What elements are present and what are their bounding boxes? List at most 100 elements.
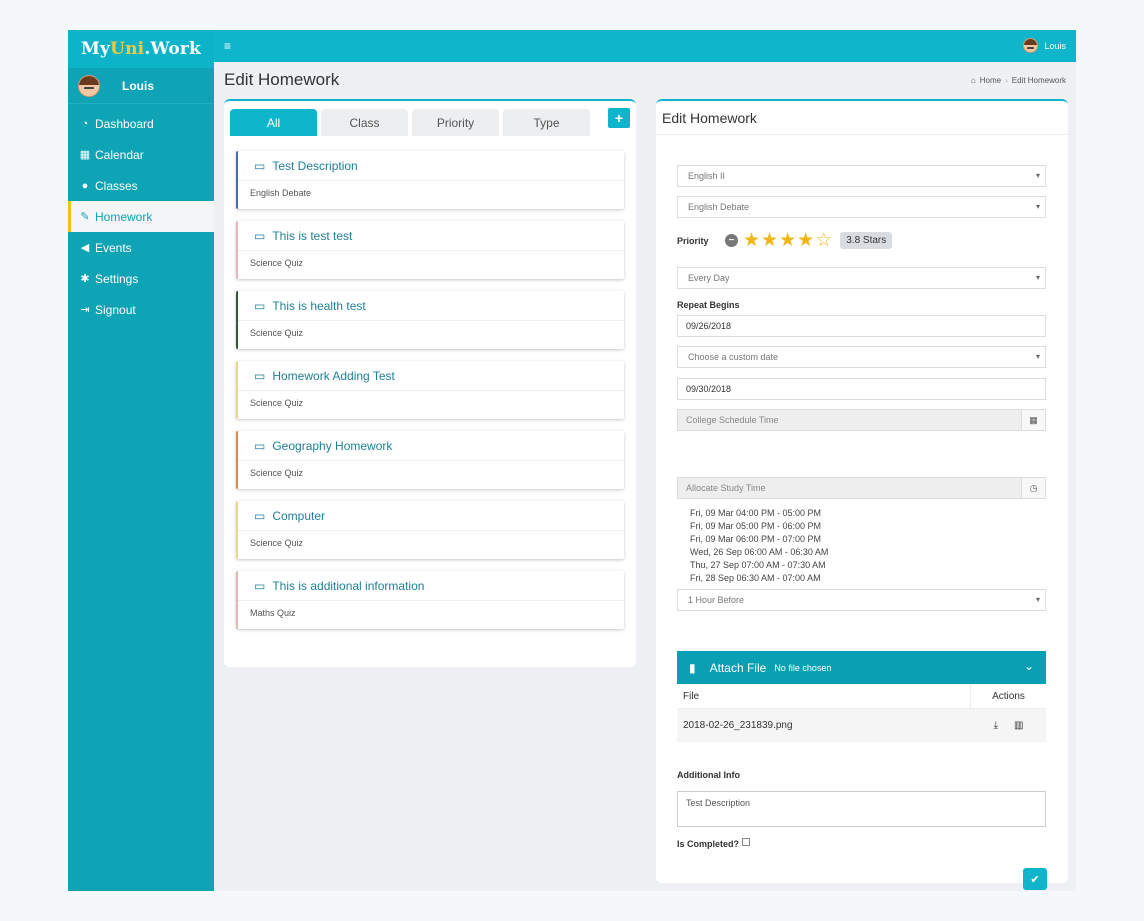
study-time-item: Fri, 09 Mar 06:00 PM - 07:00 PM [690,534,822,544]
clear-rating-icon[interactable]: − [725,234,738,247]
reminder-select[interactable]: 1 Hour Before [677,589,1046,611]
completed-label: Is Completed? [677,839,740,849]
user-name: Louis [122,78,154,93]
star-icon[interactable]: ★ [761,231,778,250]
bullhorn-icon: ◀ [80,242,90,254]
column-header-file: File [677,683,971,709]
list-item[interactable]: ▭ This is test test Science Quiz [236,221,624,279]
sidebar-item-label: Settings [95,271,139,286]
topbar-user[interactable]: Louis [1023,38,1066,53]
star-icon[interactable]: ★ [743,231,760,250]
completed-checkbox[interactable] [742,838,751,846]
topbar: ≡ Louis [214,30,1076,62]
homework-list: ▭ Test Description English Debate ▭ This i… [236,151,624,641]
sidebar-item-signout[interactable]: ⇥ Signout [68,294,214,325]
sidebar-item-label: Calendar [95,147,144,162]
filter-tabs: All Class Priority Type [230,109,590,136]
sidebar-item-label: Homework [95,209,153,224]
calendar-icon[interactable]: ▦ [1021,410,1045,430]
attach-file-bar[interactable]: ▮ Attach File No file chosen ⌄ [677,651,1046,684]
homework-title: ▭ Homework Adding Test [238,361,624,391]
attach-file-title: Attach File [709,660,767,675]
file-table: File Actions 2018-02-26_231839.png ⤓ ▥ [677,683,1046,742]
edit-icon: ✎ [80,211,90,223]
tab-priority[interactable]: Priority [412,109,499,136]
home-icon: ⌂ [970,76,976,85]
tab-all[interactable]: All [230,109,317,136]
sidebar-item-label: Classes [95,178,138,193]
class-select[interactable]: English II [677,165,1046,187]
priority-rating: Priority − ★ ★ ★ ★ ☆ 3.8 Stars [677,231,893,250]
monitor-icon: ▭ [254,508,266,523]
monitor-icon: ▭ [254,158,266,173]
sidebar: My Uni .Work Louis ◔ Dashboard ▦ Calendar … [68,30,214,891]
end-date-input[interactable]: 09/30/2018 [677,378,1046,400]
homework-subtitle: Science Quiz [250,398,304,408]
college-schedule-placeholder: College Schedule Time [686,415,779,425]
add-homework-button[interactable]: + [608,108,630,128]
sidebar-item-settings[interactable]: ✱ Settings [68,263,214,294]
list-item[interactable]: ▭ Computer Science Quiz [236,501,624,559]
homework-title-text: Test Description [272,158,358,173]
star-empty-icon[interactable]: ☆ [815,231,832,250]
additional-info-label: Additional Info [677,770,740,780]
homework-subtitle: Science Quiz [250,258,304,268]
star-icon[interactable]: ★ [779,231,796,250]
repeat-begins-label: Repeat Begins [677,300,740,310]
repeat-begins-input[interactable]: 09/26/2018 [677,315,1046,337]
form-title: Edit Homework [662,110,757,126]
column-header-actions: Actions [992,690,1025,702]
additional-info-textarea[interactable]: Test Description [677,791,1046,827]
breadcrumb-current: Edit Homework [1011,76,1066,85]
chevron-down-icon[interactable]: ⌄ [1024,659,1034,673]
topbar-user-name: Louis [1044,40,1066,51]
rating-badge: 3.8 Stars [840,232,893,249]
monitor-icon: ▭ [254,578,266,593]
menu-icon[interactable]: ≡ [224,39,231,53]
save-button[interactable]: ✔ [1023,868,1047,890]
breadcrumb-separator: › [1005,76,1008,85]
sidebar-item-homework[interactable]: ✎ Homework [68,201,214,232]
repeat-select[interactable]: Every Day [677,267,1046,289]
monitor-icon: ▭ [254,228,266,243]
study-time-item: Fri, 09 Mar 04:00 PM - 05:00 PM [690,508,822,518]
study-time-item: Fri, 09 Mar 05:00 PM - 06:00 PM [690,521,822,531]
list-item[interactable]: ▭ Geography Homework Science Quiz [236,431,624,489]
star-icon[interactable]: ★ [797,231,814,250]
logo-my: My [80,39,111,59]
study-time-input[interactable]: Allocate Study Time ◷ [677,477,1046,499]
sidebar-item-calendar[interactable]: ▦ Calendar [68,139,214,170]
homework-title-text: This is health test [272,298,366,313]
homework-title: ▭ Test Description [238,151,624,181]
logo-work: .Work [144,39,202,59]
homework-title: ▭ This is health test [238,291,624,321]
logo[interactable]: My Uni .Work [68,30,214,68]
priority-label: Priority [677,235,709,246]
download-icon[interactable]: ⤓ [994,720,998,731]
sidebar-user[interactable]: Louis [68,68,214,104]
sidebar-item-label: Events [95,240,132,255]
list-item[interactable]: ▭ This is additional information Maths Qu… [236,571,624,629]
completed-row: Is Completed? [677,838,751,849]
homework-title: ▭ Computer [238,501,624,531]
tab-class[interactable]: Class [321,109,408,136]
homework-list-card: All Class Priority Type + ▭ Test Descript… [224,99,636,667]
custom-date-select[interactable]: Choose a custom date [677,346,1046,368]
sidebar-item-classes[interactable]: ● Classes [68,170,214,201]
sidebar-item-dashboard[interactable]: ◔ Dashboard [68,108,214,139]
list-item[interactable]: ▭ This is health test Science Quiz [236,291,624,349]
breadcrumb-home[interactable]: Home [980,76,1001,85]
homework-subtitle: English Debate [250,188,312,198]
trash-icon[interactable]: ▥ [1014,720,1023,731]
list-item[interactable]: ▭ Homework Adding Test Science Quiz [236,361,624,419]
type-select[interactable]: English Debate [677,196,1046,218]
check-icon: ✔ [1030,873,1040,886]
divider [656,134,1068,135]
sidebar-item-events[interactable]: ◀ Events [68,232,214,263]
college-schedule-input[interactable]: College Schedule Time ▦ [677,409,1046,431]
study-times-list: Fri, 09 Mar 04:00 PM - 05:00 PM Fri, 09 … [690,507,828,585]
list-item[interactable]: ▭ Test Description English Debate [236,151,624,209]
clock-icon[interactable]: ◷ [1021,478,1045,498]
homework-title-text: This is test test [272,228,353,243]
tab-type[interactable]: Type [503,109,590,136]
